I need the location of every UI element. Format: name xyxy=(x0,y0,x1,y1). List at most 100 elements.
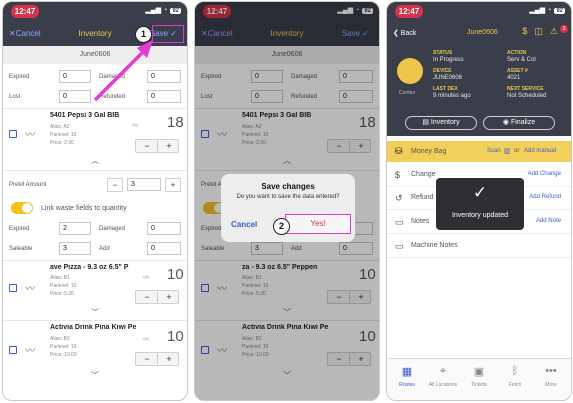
signal-icon: 〰 xyxy=(25,130,35,141)
tab-fetch[interactable]: ᛒ Fetch xyxy=(497,365,533,388)
expired-field[interactable]: 0 xyxy=(59,70,91,83)
prekit-minus-button[interactable]: − xyxy=(107,178,123,192)
add-change-button[interactable]: Add Change xyxy=(528,171,561,177)
scan-button[interactable]: Scan xyxy=(487,148,501,154)
machine-notes-label: Machine Notes xyxy=(411,242,458,249)
tab-label: Routes xyxy=(399,382,415,388)
quantity-stepper[interactable]: − + xyxy=(135,139,179,153)
edit-icon[interactable] xyxy=(9,284,17,292)
item-alias: Alias: B1 xyxy=(50,275,70,281)
edit-icon[interactable] xyxy=(9,130,17,138)
lost-field[interactable]: 0 xyxy=(59,90,91,103)
dollar-circle-icon: $ xyxy=(395,170,401,180)
tab-tickets[interactable]: ▣ Tickets xyxy=(461,365,497,388)
location-pin-icon: ⌖ xyxy=(439,365,447,377)
tab-more[interactable]: ••• More xyxy=(533,365,569,388)
status-label: STATUS xyxy=(433,50,453,56)
plus-button[interactable]: + xyxy=(158,353,180,365)
add-label: Add xyxy=(99,246,110,252)
refund-label: Refund xyxy=(411,194,434,201)
clipboard-icon: ▤ xyxy=(422,119,431,126)
add-refund-button[interactable]: Add Refund xyxy=(529,194,561,200)
step-callout-2: 2 xyxy=(273,218,290,235)
chevron-down-icon[interactable]: ﹀ xyxy=(91,307,99,318)
minus-button[interactable]: − xyxy=(136,291,158,303)
battery-icon: 92 xyxy=(170,8,181,14)
back-button[interactable]: ❮ Back xyxy=(393,29,416,37)
tab-label: Fetch xyxy=(508,382,522,388)
nav-bar: ❮ Back June0606 $◫⚠ 3 xyxy=(387,22,571,44)
qty-label: Qty xyxy=(132,122,139,127)
machine-summary: Combo STATUS In Progress ACTION Serv & C… xyxy=(387,44,571,136)
finalize-button[interactable]: ◉ Finalize xyxy=(483,116,555,130)
tab-label: More xyxy=(545,382,557,388)
add-manual-button[interactable]: Add manual xyxy=(524,148,556,154)
prekit-field[interactable]: 3 xyxy=(127,178,161,191)
item-meta: Alias: B2 Parlevel: 10 Price: 10.00 xyxy=(50,335,77,359)
minus-button[interactable]: − xyxy=(136,140,158,152)
battery-icon: 92 xyxy=(554,8,565,14)
phone-screen-step1: 12:47 ▂▄▆ ◔ 92 ✕Cancel Inventory Save ✓ J… xyxy=(2,1,188,401)
dialog-cancel-button[interactable]: Cancel xyxy=(231,220,257,229)
asset-label: ASSET # xyxy=(507,68,528,74)
lost-label: Lost xyxy=(9,94,21,100)
qty-value: 18 xyxy=(167,114,184,131)
quantity-stepper[interactable]: − + xyxy=(135,352,179,366)
last-dex-value: 9 minutes ago xyxy=(433,93,471,99)
toggle-label: Link waste fields to quantity xyxy=(41,205,127,212)
waste-expired-field[interactable]: 2 xyxy=(59,222,91,235)
dialog-yes-button[interactable]: Yes! xyxy=(285,214,351,234)
divider xyxy=(3,108,187,109)
plus-button[interactable]: + xyxy=(158,140,180,152)
action-label: ACTION xyxy=(507,50,527,56)
expired-label: Expired xyxy=(9,226,30,232)
quantity-stepper[interactable]: − + xyxy=(135,290,179,304)
prekit-plus-button[interactable]: + xyxy=(165,178,181,192)
finalize-icon: ◉ xyxy=(502,119,511,126)
inventory-updated-toast: ✓ Inventory updated xyxy=(436,178,524,230)
chevron-up-icon[interactable]: ︿ xyxy=(91,155,99,166)
document-icon: ▭ xyxy=(395,241,404,251)
link-waste-toggle[interactable] xyxy=(11,202,33,214)
waste-damaged-field[interactable]: 0 xyxy=(147,222,181,235)
barcode-icon[interactable]: ▥ xyxy=(504,147,511,155)
money-bag-row: ⛁ Money Bag Scan ▥ or Add manual xyxy=(387,141,571,162)
money-bag-label: Money Bag xyxy=(411,148,447,155)
signal-icon: 〰 xyxy=(25,346,35,357)
saleable-label: Saleable xyxy=(9,246,33,252)
pointer-arrow-icon xyxy=(93,40,153,102)
change-label: Change xyxy=(411,171,436,178)
prekit-label: Prekit Amount xyxy=(9,182,47,188)
camera-icon[interactable]: ◫ xyxy=(534,26,550,36)
tickets-icon: ▣ xyxy=(473,366,485,378)
item-parlevel: Parlevel: 10 xyxy=(50,132,77,138)
phone-screen-step2: 12:47 ▂▄▆ ◔ 92 ✕Cancel Inventory Save ✓ J… xyxy=(194,1,380,401)
add-note-button[interactable]: Add Note xyxy=(536,218,561,224)
add-field[interactable]: 0 xyxy=(147,242,181,255)
tutorial-stage: 12:47 ▂▄▆ ◔ 92 ✕Cancel Inventory Save ✓ J… xyxy=(0,0,573,403)
checkmark-icon: ✓ xyxy=(472,183,488,202)
edit-icon[interactable] xyxy=(9,346,17,354)
notes-icon: ▭ xyxy=(395,217,404,227)
more-icon: ••• xyxy=(545,365,557,377)
item-title: Activia Drink Pina Kiwi Pe xyxy=(50,324,136,331)
machine-notes-row: ▭ Machine Notes xyxy=(387,235,571,258)
vending-machine-icon xyxy=(397,58,423,84)
finalize-button-label: Finalize xyxy=(510,119,536,126)
inventory-button[interactable]: ▤ Inventory xyxy=(405,116,477,130)
refund-icon: ↺ xyxy=(395,193,403,203)
saleable-field[interactable]: 3 xyxy=(59,242,91,255)
item-price: Price: 10.00 xyxy=(50,352,77,358)
tab-all-locations[interactable]: ⌖ All Locations xyxy=(425,365,461,388)
notes-label: Notes xyxy=(411,218,430,225)
status-icons: ▂▄▆ ◔ 92 xyxy=(529,7,565,14)
last-dex-label: LAST DEX xyxy=(433,86,458,92)
qty-label: Qty xyxy=(143,336,150,341)
plus-button[interactable]: + xyxy=(158,291,180,303)
minus-button[interactable]: − xyxy=(136,353,158,365)
chevron-down-icon[interactable]: ﹀ xyxy=(91,370,99,381)
tab-routes[interactable]: ▦ Routes xyxy=(389,365,425,388)
toast-message: Inventory updated xyxy=(451,212,509,219)
dollar-icon[interactable]: $ xyxy=(522,26,534,36)
tab-label: Tickets xyxy=(471,382,487,388)
